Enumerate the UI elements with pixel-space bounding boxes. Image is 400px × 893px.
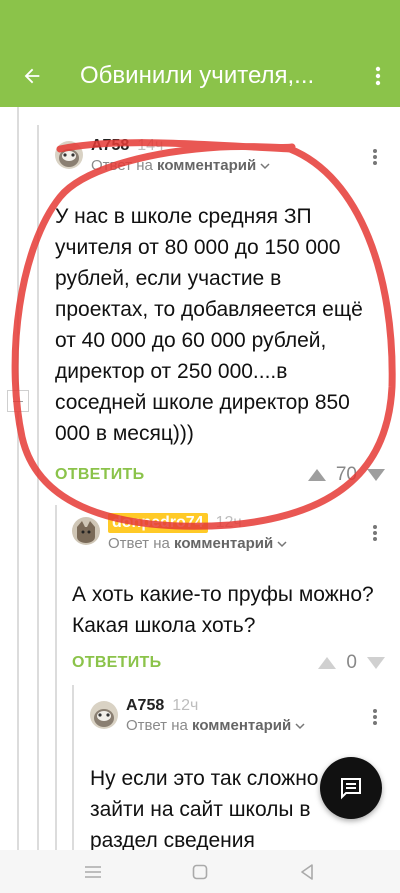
avatar[interactable] xyxy=(55,141,83,169)
author-name[interactable]: A758 xyxy=(126,697,164,715)
upvote-icon[interactable] xyxy=(307,469,326,481)
recent-apps-icon xyxy=(85,865,102,878)
more-vert-icon xyxy=(375,66,381,86)
comment-time: 12ч xyxy=(215,514,242,531)
comment-meta: A758 14ч Ответ на комментарий xyxy=(91,137,270,174)
reply-to-target: комментарий xyxy=(174,535,274,552)
comment-header: A758 14ч Ответ на комментарий xyxy=(55,137,385,181)
reply-button[interactable]: ОТВЕТИТЬ xyxy=(72,654,161,672)
more-vert-icon xyxy=(373,709,377,725)
comment-actions: ОТВЕТИТЬ 0 xyxy=(72,647,385,679)
comment-text: Ну если это так сложно зайти на сайт шко… xyxy=(90,767,319,850)
comment-icon xyxy=(341,778,361,800)
comment-menu-button[interactable] xyxy=(365,705,385,729)
more-vert-icon xyxy=(373,525,377,541)
comment: A758 14ч Ответ на комментарий У нас в шк… xyxy=(55,137,385,491)
upvote-icon[interactable] xyxy=(318,657,337,669)
app-bar: Обвинили учителя,... xyxy=(0,45,400,107)
comment-menu-button[interactable] xyxy=(365,145,385,169)
thread-line xyxy=(72,685,74,850)
nav-back-button[interactable] xyxy=(287,857,327,887)
more-button[interactable] xyxy=(356,45,400,107)
arrow-back-icon xyxy=(24,68,40,84)
comment-actions: ОТВЕТИТЬ 70 xyxy=(55,459,385,491)
back-button[interactable] xyxy=(0,45,64,107)
home-icon xyxy=(192,864,208,879)
downvote-icon[interactable] xyxy=(367,469,385,481)
chevron-down-icon xyxy=(277,541,287,548)
reply-to-prefix: Ответ на xyxy=(126,717,188,734)
comment-time: 12ч xyxy=(172,697,199,714)
avatar[interactable] xyxy=(90,701,118,729)
score: 0 xyxy=(346,652,357,673)
comment: donpedro74 12ч Ответ на комментарий А хо… xyxy=(72,513,385,679)
score: 70 xyxy=(335,464,357,485)
comment-header: A758 12ч Ответ на комментарий xyxy=(90,697,385,741)
thread-line xyxy=(37,125,39,850)
page-title: Обвинили учителя,... xyxy=(80,62,315,89)
reply-to-target: комментарий xyxy=(157,157,257,174)
reply-to-link[interactable]: Ответ на комментарий xyxy=(91,157,270,174)
reply-to-prefix: Ответ на xyxy=(91,157,153,174)
chevron-down-icon xyxy=(295,723,305,730)
comment-text: А хоть какие-то пруфы можно? Какая школа… xyxy=(72,583,374,637)
home-button[interactable] xyxy=(180,857,220,887)
downvote-icon[interactable] xyxy=(367,657,385,669)
author-name[interactable]: A758 xyxy=(91,137,129,155)
comment-meta: A758 12ч Ответ на комментарий xyxy=(126,697,305,734)
status-bar xyxy=(0,0,400,45)
comment-thread[interactable]: A758 14ч Ответ на комментарий У нас в шк… xyxy=(0,107,400,850)
reply-to-prefix: Ответ на xyxy=(108,535,170,552)
collapse-toggle[interactable] xyxy=(7,390,29,412)
avatar[interactable] xyxy=(72,517,100,545)
comment-meta: donpedro74 12ч Ответ на комментарий xyxy=(108,513,287,552)
reply-to-target: комментарий xyxy=(192,717,292,734)
comment-menu-button[interactable] xyxy=(365,521,385,545)
nav-back-icon xyxy=(300,863,313,880)
vote-controls: 0 xyxy=(318,652,385,674)
comment-time: 14ч xyxy=(137,137,164,154)
comment-header: donpedro74 12ч Ответ на комментарий xyxy=(72,513,385,557)
author-name[interactable]: donpedro74 xyxy=(108,513,208,533)
thread-line xyxy=(55,505,57,850)
comment-text: У нас в школе средняя ЗП учителя от 80 0… xyxy=(55,205,363,445)
reply-to-link[interactable]: Ответ на комментарий xyxy=(108,535,287,552)
system-nav-bar xyxy=(0,850,400,893)
more-vert-icon xyxy=(373,149,377,165)
vote-controls: 70 xyxy=(307,464,385,486)
reply-button[interactable]: ОТВЕТИТЬ xyxy=(55,466,144,484)
recent-apps-button[interactable] xyxy=(73,857,113,887)
thread-line xyxy=(17,107,19,850)
reply-to-link[interactable]: Ответ на комментарий xyxy=(126,717,305,734)
compose-comment-button[interactable] xyxy=(320,757,382,819)
chevron-down-icon xyxy=(260,163,270,170)
